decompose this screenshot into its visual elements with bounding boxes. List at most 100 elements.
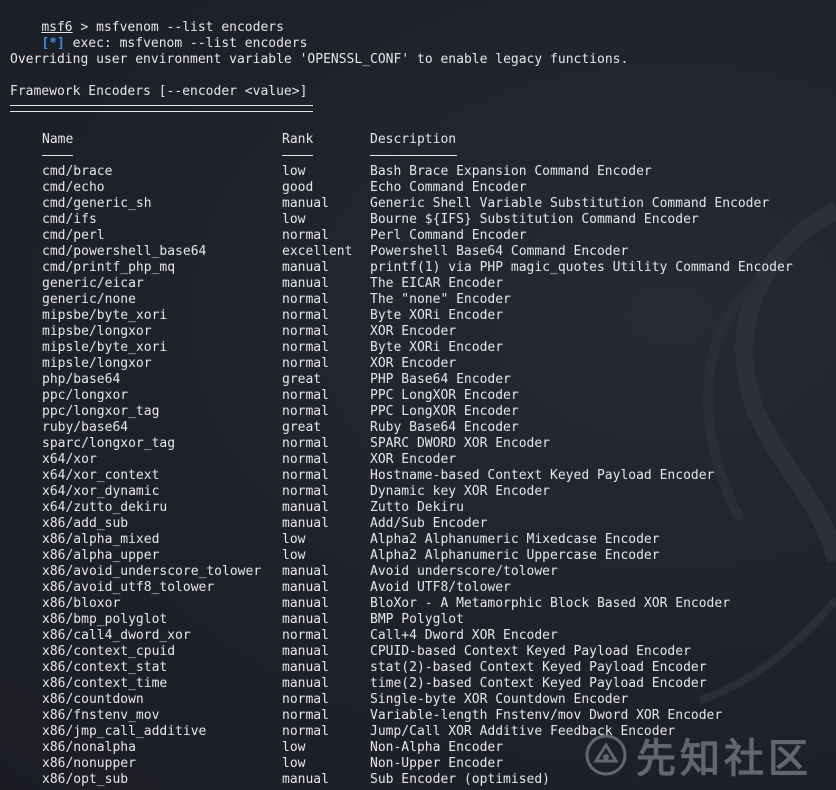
- encoder-name: x86/add_sub: [42, 516, 129, 531]
- encoder-rank: manual: [282, 260, 329, 275]
- table-row: x64/xor_dynamic normal Dynamic key XOR Enc…: [0, 484, 836, 500]
- encoder-name: ruby/base64: [42, 420, 129, 435]
- encoder-rank: normal: [282, 292, 329, 307]
- encoder-name: x64/zutto_dekiru: [42, 500, 168, 515]
- encoder-description: Hostname-based Context Keyed Payload Enc…: [370, 468, 715, 483]
- encoder-rank: manual: [282, 596, 329, 611]
- table-row: generic/eicar manual The EICAR Encoder: [0, 276, 836, 292]
- encoder-description: Avoid UTF8/tolower: [370, 580, 511, 595]
- encoder-description: The EICAR Encoder: [370, 276, 504, 291]
- encoder-name: cmd/printf_php_mq: [42, 260, 176, 275]
- encoder-description: Dynamic key XOR Encoder: [370, 484, 551, 499]
- encoder-description: Variable-length Fnstenv/mov Dword XOR En…: [370, 708, 723, 723]
- encoder-description: PHP Base64 Encoder: [370, 372, 511, 387]
- encoder-rank: normal: [282, 628, 329, 643]
- encoder-description: Sub Encoder (optimised): [370, 772, 551, 787]
- encoder-description: Ruby Base64 Encoder: [370, 420, 519, 435]
- section-title: Framework Encoders [--encoder <value>]: [10, 84, 308, 99]
- encoder-description: PPC LongXOR Encoder: [370, 404, 519, 419]
- table-row: x86/nonalpha low Non-Alpha Encoder: [0, 740, 836, 756]
- encoder-name: ppc/longxor_tag: [42, 404, 160, 419]
- encoder-name: mipsbe/longxor: [42, 324, 152, 339]
- encoder-rank: manual: [282, 580, 329, 595]
- table-row: cmd/ifs low Bourne ${IFS} Substitution Com…: [0, 212, 836, 228]
- encoder-rank: manual: [282, 660, 329, 675]
- encoder-name: cmd/ifs: [42, 212, 97, 227]
- encoder-name: mipsle/byte_xori: [42, 340, 168, 355]
- table-row: x86/alpha_mixed low Alpha2 Alphanumeric Mi…: [0, 532, 836, 548]
- table-row: x64/zutto_dekiru manual Zutto Dekiru: [0, 500, 836, 516]
- encoder-name: x86/opt_sub: [42, 772, 129, 787]
- encoder-rank: manual: [282, 564, 329, 579]
- encoder-description: Echo Command Encoder: [370, 180, 527, 195]
- encoder-description: The "none" Encoder: [370, 292, 511, 307]
- table-row: cmd/brace low Bash Brace Expansion Command…: [0, 164, 836, 180]
- encoder-rank: low: [282, 740, 306, 755]
- table-row: x86/bloxor manual BloXor - A Metamorphic B…: [0, 596, 836, 612]
- encoder-description: Call+4 Dword XOR Encoder: [370, 628, 558, 643]
- encoder-description: Byte XORi Encoder: [370, 308, 504, 323]
- encoder-rank: great: [282, 420, 322, 435]
- encoder-name: sparc/longxor_tag: [42, 436, 176, 451]
- encoder-description: Byte XORi Encoder: [370, 340, 504, 355]
- encoder-name: x86/alpha_mixed: [42, 532, 160, 547]
- encoder-description: Single-byte XOR Countdown Encoder: [370, 692, 629, 707]
- exec-text: exec: msfvenom --list encoders: [64, 36, 308, 51]
- table-row: x64/xor_context normal Hostname-based Cont…: [0, 468, 836, 484]
- table-row: generic/none normal The "none" Encoder: [0, 292, 836, 308]
- encoder-name: x86/context_time: [42, 676, 168, 691]
- encoder-rank: low: [282, 164, 306, 179]
- encoder-rank: low: [282, 532, 306, 547]
- encoder-name: x86/countdown: [42, 692, 144, 707]
- encoder-rank: normal: [282, 228, 329, 243]
- encoder-description: Alpha2 Alphanumeric Uppercase Encoder: [370, 548, 660, 563]
- column-underline-name: [42, 155, 73, 156]
- encoder-name: mipsbe/byte_xori: [42, 308, 168, 323]
- table-row: mipsle/byte_xori normal Byte XORi Encoder: [0, 340, 836, 356]
- encoder-description: Zutto Dekiru: [370, 500, 464, 515]
- encoder-rank: great: [282, 372, 322, 387]
- encoder-description: stat(2)-based Context Keyed Payload Enco…: [370, 660, 707, 675]
- table-row: x86/fnstenv_mov normal Variable-length Fns…: [0, 708, 836, 724]
- encoder-description: BloXor - A Metamorphic Block Based XOR E…: [370, 596, 731, 611]
- encoder-name: x86/bloxor: [42, 596, 121, 611]
- encoder-rank: normal: [282, 404, 329, 419]
- encoder-rank: normal: [282, 708, 329, 723]
- encoder-description: Alpha2 Alphanumeric Mixedcase Encoder: [370, 532, 660, 547]
- encoder-name: x86/context_stat: [42, 660, 168, 675]
- encoder-rank: manual: [282, 676, 329, 691]
- encoder-name: cmd/powershell_base64: [42, 244, 207, 259]
- encoder-description: XOR Encoder: [370, 356, 457, 371]
- encoder-name: x86/call4_dword_xor: [42, 628, 191, 643]
- encoder-description: CPUID-based Context Keyed Payload Encode…: [370, 644, 691, 659]
- encoder-description: Add/Sub Encoder: [370, 516, 488, 531]
- encoder-description: Non-Upper Encoder: [370, 756, 504, 771]
- table-row: x86/nonupper low Non-Upper Encoder: [0, 756, 836, 772]
- encoder-description: SPARC DWORD XOR Encoder: [370, 436, 551, 451]
- encoder-name: x64/xor_context: [42, 468, 160, 483]
- encoder-description: BMP Polyglot: [370, 612, 464, 627]
- encoder-description: Avoid underscore/tolower: [370, 564, 558, 579]
- encoder-rank: normal: [282, 356, 329, 371]
- encoder-description: printf(1) via PHP magic_quotes Utility C…: [370, 260, 793, 275]
- encoder-rank: normal: [282, 692, 329, 707]
- table-row: x86/alpha_upper low Alpha2 Alphanumeric Up…: [0, 548, 836, 564]
- encoder-name: x86/alpha_upper: [42, 548, 160, 563]
- encoder-rank: manual: [282, 276, 329, 291]
- table-row: x86/context_cpuid manual CPUID-based Conte…: [0, 644, 836, 660]
- terminal-window[interactable]: msf6 > msfvenom --list encoders [*] exec…: [0, 0, 836, 790]
- exec-line: [*] exec: msfvenom --list encoders: [10, 20, 307, 51]
- table-row: x86/countdown normal Single-byte XOR Count…: [0, 692, 836, 708]
- encoder-rank: manual: [282, 500, 329, 515]
- encoder-name: x64/xor_dynamic: [42, 484, 160, 499]
- encoder-rank: good: [282, 180, 314, 195]
- encoder-description: time(2)-based Context Keyed Payload Enco…: [370, 676, 707, 691]
- encoder-description: XOR Encoder: [370, 324, 457, 339]
- warning-line: Overriding user environment variable 'OP…: [10, 52, 629, 67]
- encoder-name: cmd/brace: [42, 164, 113, 179]
- table-row: x86/opt_sub manual Sub Encoder (optimised): [0, 772, 836, 788]
- encoder-name: x86/context_cpuid: [42, 644, 176, 659]
- table-row: x86/avoid_underscore_tolower manual Avoid …: [0, 564, 836, 580]
- encoder-name: cmd/perl: [42, 228, 105, 243]
- encoder-rank: normal: [282, 452, 329, 467]
